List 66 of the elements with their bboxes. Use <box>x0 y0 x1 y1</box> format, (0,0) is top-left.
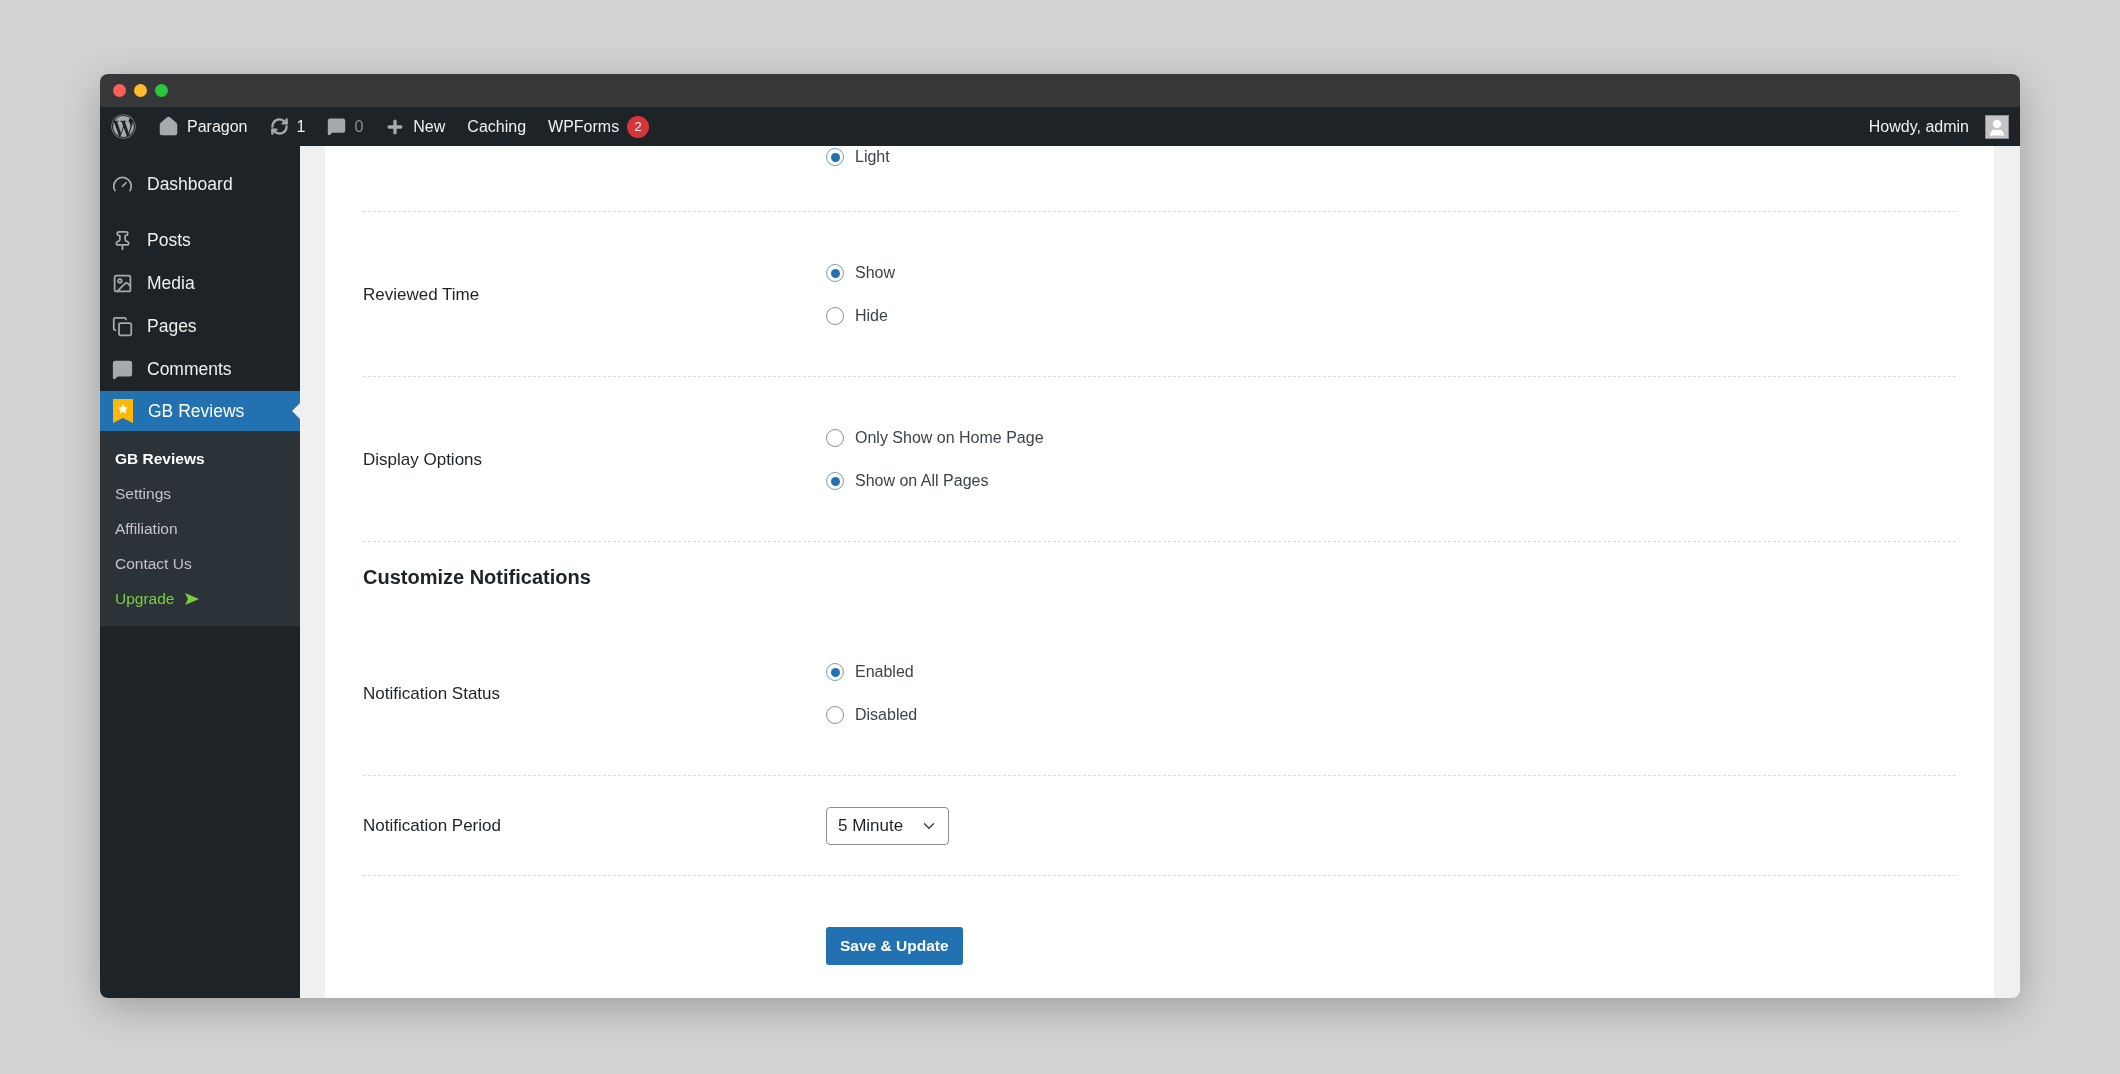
submenu-item[interactable]: Settings <box>100 476 300 511</box>
radio-button[interactable] <box>826 472 844 490</box>
setting-label: Notification Period <box>363 816 501 835</box>
menu-item[interactable]: Media <box>100 262 300 305</box>
maximize-icon[interactable] <box>155 84 168 97</box>
comment-icon <box>327 117 347 136</box>
menu-item[interactable]: Posts <box>100 219 300 262</box>
submenu-item[interactable]: Affiliation <box>100 511 300 546</box>
option-label: Show <box>855 264 896 282</box>
save-button[interactable]: Save & Update <box>826 927 963 965</box>
comments-count: 0 <box>354 117 364 136</box>
toolbar-link[interactable]: Caching <box>467 107 527 146</box>
site-link[interactable]: Paragon <box>158 107 248 146</box>
refresh-icon <box>269 117 289 136</box>
minimize-icon[interactable] <box>134 84 147 97</box>
menu-item[interactable]: GB Reviews <box>100 391 300 431</box>
submenu-item[interactable]: Contact Us <box>100 546 300 581</box>
submenu-item[interactable]: Upgrade <box>100 581 300 616</box>
option-label: Hide <box>855 307 888 325</box>
radio-option[interactable]: Enabled <box>826 661 1956 683</box>
radio-button[interactable] <box>826 148 844 166</box>
option-label: Show on All Pages <box>855 472 989 490</box>
new-link[interactable]: New <box>385 107 446 146</box>
star-bookmark-icon <box>112 398 134 424</box>
radio-button[interactable] <box>826 429 844 447</box>
radio-option[interactable]: Only Show on Home Page <box>826 427 1956 449</box>
radio-option[interactable]: Light <box>826 146 1956 168</box>
account-link[interactable]: Howdy, admin <box>1868 107 2009 146</box>
period-select[interactable]: 5 Minute <box>826 807 949 845</box>
option-label: Enabled <box>855 663 914 681</box>
radio-option[interactable]: Disabled <box>826 704 1956 726</box>
option-label: Disabled <box>855 706 918 724</box>
new-label: New <box>413 117 446 136</box>
radio-button[interactable] <box>826 706 844 724</box>
link-label: Caching <box>467 117 527 136</box>
menu-item[interactable]: Dashboard <box>100 163 300 206</box>
comment-icon <box>112 359 133 380</box>
menu-item[interactable]: Pages <box>100 305 300 348</box>
count-badge: 2 <box>627 115 650 138</box>
option-label: Only Show on Home Page <box>855 429 1044 447</box>
logo-icon <box>111 114 136 139</box>
close-icon[interactable] <box>113 84 126 97</box>
setting-label: Display Options <box>363 449 483 469</box>
radio-button[interactable] <box>826 307 844 325</box>
link-label: WPForms <box>548 117 620 136</box>
radio-option[interactable]: Show <box>826 262 1956 284</box>
updates-link[interactable]: 1 <box>269 107 306 146</box>
arrow-icon <box>184 591 201 606</box>
option-label: Light <box>855 148 890 166</box>
media-icon <box>112 273 133 294</box>
toolbar-link[interactable]: WPForms 2 <box>548 107 650 146</box>
radio-button[interactable] <box>826 264 844 282</box>
radio-option[interactable]: Show on All Pages <box>826 470 1956 492</box>
pages-icon <box>112 316 133 337</box>
avatar-icon <box>1985 114 2009 139</box>
radio-button[interactable] <box>826 663 844 681</box>
updates-count: 1 <box>296 117 306 136</box>
menu-item[interactable]: Comments <box>100 348 300 391</box>
greeting: Howdy, admin <box>1868 117 1969 136</box>
radio-option[interactable]: Hide <box>826 305 1956 327</box>
submenu-item[interactable]: GB Reviews <box>100 441 300 476</box>
section-heading: Customize Notifications <box>363 565 592 590</box>
comments-link[interactable]: 0 <box>327 107 364 146</box>
home-icon <box>158 116 179 137</box>
setting-label: Notification Status <box>363 683 500 703</box>
setting-label: Reviewed Time <box>363 284 480 304</box>
